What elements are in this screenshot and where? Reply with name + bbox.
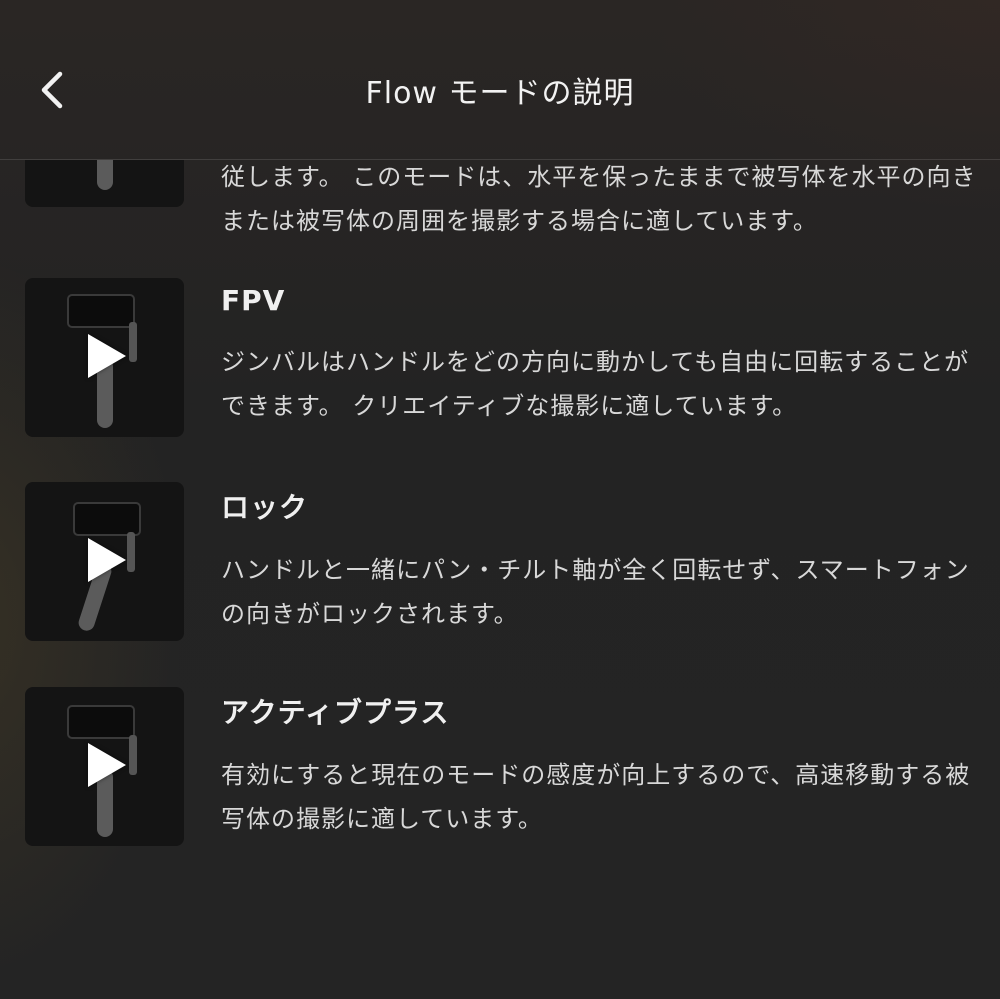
- item-title: FPV: [221, 284, 286, 317]
- play-icon[interactable]: [88, 743, 126, 787]
- play-icon[interactable]: [88, 334, 126, 378]
- video-thumbnail[interactable]: [25, 278, 184, 437]
- video-thumbnail[interactable]: [25, 482, 184, 641]
- video-thumbnail[interactable]: [25, 160, 184, 207]
- item-description: 従します。 このモードは、水平を保ったままで被写体を水平の向きまたは被写体の周囲…: [221, 163, 977, 235]
- gimbal-arm-image: [129, 322, 137, 362]
- gimbal-arm-image: [129, 735, 137, 775]
- item-title: ロック: [221, 491, 309, 524]
- page-title: Flow モードの説明: [365, 76, 635, 111]
- item-description: ハンドルと一緒にパン・チルト軸が全く回転せず、スマートフォンの向きがロックされま…: [221, 556, 970, 628]
- play-icon[interactable]: [88, 538, 126, 582]
- gimbal-arm-image: [127, 532, 135, 572]
- phone-image: [67, 294, 135, 328]
- header-divider: [0, 159, 1000, 160]
- item-description: ジンバルはハンドルをどの方向に動かしても自由に回転することができます。 クリエイ…: [221, 348, 970, 420]
- gimbal-handle-image: [97, 160, 113, 190]
- mode-list[interactable]: 従します。 このモードは、水平を保ったままで被写体を水平の向きまたは被写体の周囲…: [0, 160, 1000, 999]
- item-description: 有効にすると現在のモードの感度が向上するので、高速移動する被写体の撮影に適してい…: [221, 761, 971, 833]
- nav-header: Flow モードの説明: [0, 0, 1000, 160]
- item-title: アクティブプラス: [221, 696, 450, 729]
- video-thumbnail[interactable]: [25, 687, 184, 846]
- phone-image: [67, 705, 135, 739]
- phone-image: [73, 502, 141, 536]
